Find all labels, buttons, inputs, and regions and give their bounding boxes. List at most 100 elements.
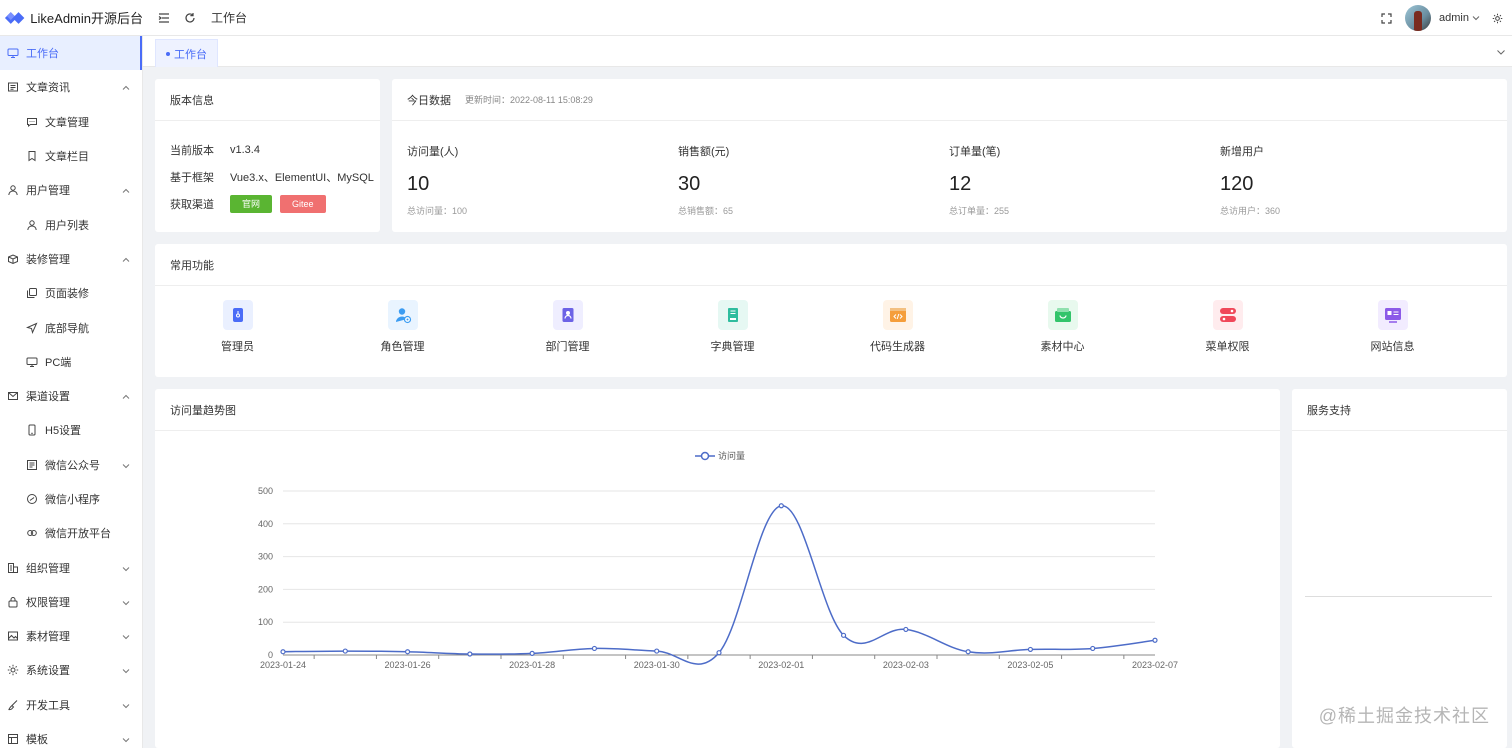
x-tick-label: 2023-02-01 bbox=[758, 660, 804, 670]
stat-block: 新增用户 120 总访用户：360 bbox=[1220, 143, 1491, 217]
y-tick-label: 400 bbox=[258, 519, 273, 529]
top-bar: LikeAdmin开源后台 工作台 admin bbox=[0, 0, 1512, 36]
shortcut-code[interactable]: 代码生成器 bbox=[815, 300, 980, 354]
card-title: 版本信息 bbox=[155, 79, 380, 121]
sidebar-item[interactable]: 用户管理 bbox=[0, 173, 142, 207]
sidebar-item[interactable]: H5设置 bbox=[0, 413, 142, 447]
copy-icon bbox=[26, 287, 38, 299]
chevron-down-icon bbox=[122, 735, 130, 743]
menu-fold-icon[interactable] bbox=[157, 11, 171, 25]
sidebar-item[interactable]: 微信公众号 bbox=[0, 448, 142, 482]
trend-card: 访问量趋势图 访问量 0 100 200 300 400 500 2023-01-24 202… bbox=[155, 389, 1280, 748]
sidebar-item[interactable]: 权限管理 bbox=[0, 585, 142, 619]
sidebar-item[interactable]: 文章管理 bbox=[0, 105, 142, 139]
sidebar-item-label: 页面装修 bbox=[45, 288, 89, 301]
chevron-down-icon bbox=[122, 598, 130, 606]
chevron-down-icon bbox=[122, 632, 130, 640]
avatar[interactable] bbox=[1405, 5, 1432, 31]
card-header: 今日数据 更新时间：2022-08-11 15:08:29 bbox=[392, 79, 1507, 121]
fullscreen-icon[interactable] bbox=[1379, 11, 1393, 25]
gitee-button[interactable]: Gitee bbox=[280, 194, 326, 213]
user-name[interactable]: admin bbox=[1439, 12, 1469, 24]
chevron-up-icon bbox=[122, 392, 130, 400]
lock-icon bbox=[7, 596, 19, 608]
sidebar-item[interactable]: 用户列表 bbox=[0, 207, 142, 241]
sidebar-item[interactable]: 工作台 bbox=[0, 36, 142, 71]
x-tick-label: 2023-02-03 bbox=[883, 660, 929, 670]
sidebar-item[interactable]: 系统设置 bbox=[0, 653, 142, 687]
y-tick-label: 200 bbox=[258, 584, 273, 594]
sidebar-item[interactable]: 微信小程序 bbox=[0, 482, 142, 516]
data-point bbox=[529, 650, 535, 656]
sidebar-item[interactable]: 底部导航 bbox=[0, 310, 142, 344]
data-point bbox=[965, 649, 971, 655]
brand[interactable]: LikeAdmin开源后台 bbox=[0, 0, 143, 36]
shortcut-site[interactable]: 网站信息 bbox=[1310, 300, 1475, 354]
version-card: 版本信息 当前版本 v1.3.4 基于框架 Vue3.x、ElementUI、M… bbox=[155, 79, 380, 232]
box-icon bbox=[7, 253, 19, 265]
site-icon bbox=[1377, 300, 1408, 330]
sidebar-item-label: 装修管理 bbox=[26, 253, 70, 266]
role-icon bbox=[387, 300, 418, 330]
stat-value: 10 bbox=[407, 173, 430, 195]
update-time: 更新时间：2022-08-11 15:08:29 bbox=[465, 95, 593, 105]
sidebar-item[interactable]: 组织管理 bbox=[0, 550, 142, 584]
y-tick-label: 500 bbox=[258, 486, 273, 496]
shortcut-role[interactable]: 角色管理 bbox=[320, 300, 485, 354]
template-icon bbox=[7, 733, 19, 745]
shortcut-dict[interactable]: 字典管理 bbox=[650, 300, 815, 354]
miniapp-icon bbox=[26, 493, 38, 505]
sidebar-item-label: 工作台 bbox=[26, 48, 59, 61]
sidebar-item-label: 系统设置 bbox=[26, 665, 70, 678]
sidebar-item[interactable]: 渠道设置 bbox=[0, 379, 142, 413]
sidebar-item-label: 微信公众号 bbox=[45, 459, 100, 472]
card-title: 访问量趋势图 bbox=[155, 389, 1280, 431]
sidebar-item-label: 文章栏目 bbox=[45, 151, 89, 164]
stat-label: 订单量(笔) bbox=[949, 146, 1001, 158]
tab-workbench[interactable]: 工作台 bbox=[155, 39, 218, 67]
sidebar-item[interactable]: 文章资讯 bbox=[0, 70, 142, 104]
service-divider bbox=[1305, 596, 1492, 597]
sidebar-item[interactable]: 微信开放平台 bbox=[0, 516, 142, 550]
sidebar-item[interactable]: 装修管理 bbox=[0, 242, 142, 276]
sidebar-item[interactable]: PC端 bbox=[0, 345, 142, 379]
data-point bbox=[591, 645, 598, 652]
app-name: LikeAdmin开源后台 bbox=[30, 11, 143, 26]
stat-value: 30 bbox=[678, 173, 701, 195]
chevron-up-icon bbox=[122, 83, 130, 91]
official-site-button[interactable]: 官网 bbox=[230, 194, 273, 213]
sidebar-item[interactable]: 页面装修 bbox=[0, 276, 142, 310]
shortcut-dept[interactable]: 部门管理 bbox=[485, 300, 650, 354]
chevron-down-icon bbox=[122, 564, 130, 572]
sidebar-item-label: 开发工具 bbox=[26, 699, 70, 712]
sidebar-item-label: 微信小程序 bbox=[45, 494, 100, 506]
shortcut-material[interactable]: 素材中心 bbox=[980, 300, 1145, 354]
data-point bbox=[1152, 637, 1158, 643]
tab-bar: 工作台 bbox=[143, 36, 1512, 67]
watermark: @稀土掘金技术社区 bbox=[1318, 706, 1490, 726]
x-tick-label: 2023-01-28 bbox=[509, 660, 555, 670]
refresh-icon[interactable] bbox=[183, 11, 197, 25]
chevron-down-icon[interactable] bbox=[1472, 14, 1480, 22]
shortcut-menu-perm[interactable]: 菜单权限 bbox=[1145, 300, 1310, 354]
breadcrumb[interactable]: 工作台 bbox=[211, 9, 247, 26]
y-tick-label: 300 bbox=[258, 552, 273, 562]
shortcut-admin[interactable]: 管理员 bbox=[155, 300, 320, 354]
sidebar-item[interactable]: 模板 bbox=[0, 722, 142, 748]
stat-total: 总订单量：255 bbox=[949, 206, 1010, 216]
data-point bbox=[778, 503, 784, 509]
data-point bbox=[280, 649, 286, 655]
data-point bbox=[342, 648, 348, 654]
gear-icon[interactable] bbox=[1490, 11, 1504, 25]
chevron-down-icon bbox=[122, 701, 130, 709]
sidebar-item[interactable]: 文章栏目 bbox=[0, 139, 142, 173]
sidebar-item[interactable]: 素材管理 bbox=[0, 619, 142, 653]
sidebar-item-label: 素材管理 bbox=[26, 631, 70, 644]
menu-perm-icon bbox=[1212, 300, 1243, 330]
sidebar: 工作台文章资讯 文章管理文章栏目用户管理 用户列表装修管理页面装修底部导航 PC端 渠道… bbox=[0, 36, 143, 748]
logo-icon bbox=[4, 11, 25, 24]
chevron-down-icon[interactable] bbox=[1496, 47, 1506, 57]
chevron-up-icon bbox=[122, 186, 130, 194]
sidebar-item[interactable]: 开发工具 bbox=[0, 688, 142, 722]
data-point bbox=[654, 648, 660, 654]
